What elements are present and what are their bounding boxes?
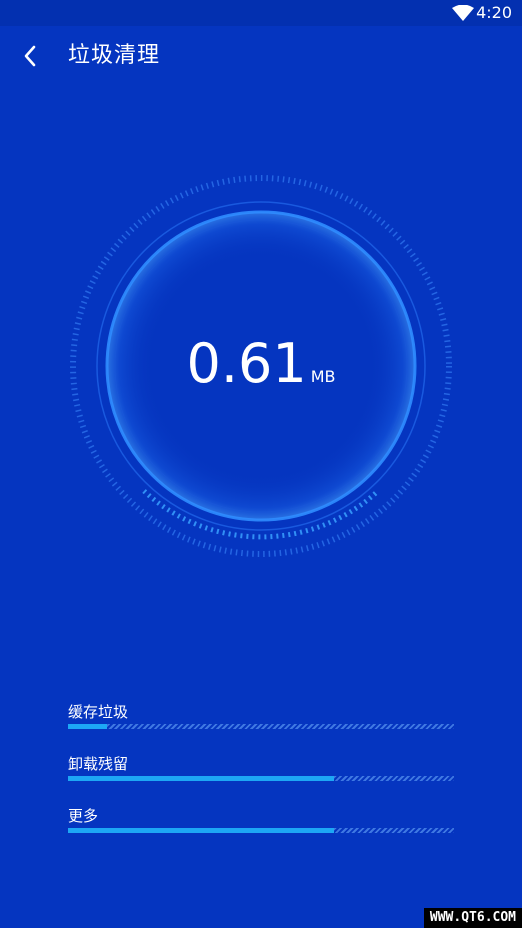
scan-item-cache: 缓存垃圾: [68, 698, 454, 750]
scan-progress-track: [68, 776, 454, 781]
scan-item-more: 更多: [68, 802, 454, 854]
status-time: 4:20: [476, 3, 512, 22]
back-button[interactable]: [14, 42, 46, 74]
status-bar: 4:20: [0, 0, 522, 26]
page-title: 垃圾清理: [68, 43, 161, 68]
scan-item-label: 更多: [68, 807, 99, 825]
scan-list: 缓存垃圾 卸载残留 更多: [68, 698, 454, 854]
scan-progress-fill: [68, 828, 335, 833]
watermark: WWW.QT6.COM: [423, 908, 522, 928]
junk-size-unit: MB: [310, 367, 336, 386]
scan-progress-track: [68, 828, 454, 833]
wifi-icon: [452, 4, 474, 21]
scan-item-uninstall-residue: 卸载残留: [68, 750, 454, 802]
scan-item-label: 卸载残留: [68, 755, 129, 773]
cleanup-gauge: 0.61 MB: [61, 166, 461, 566]
gauge-value: 0.61 MB: [61, 334, 461, 394]
scan-progress-track: [68, 724, 454, 729]
junk-size-value: 0.61: [186, 332, 307, 395]
chevron-left-icon: [22, 44, 38, 72]
scan-progress-fill: [68, 776, 335, 781]
app-bar: 垃圾清理: [0, 26, 522, 88]
scan-progress-fill: [68, 724, 107, 729]
scan-item-label: 缓存垃圾: [68, 703, 129, 721]
